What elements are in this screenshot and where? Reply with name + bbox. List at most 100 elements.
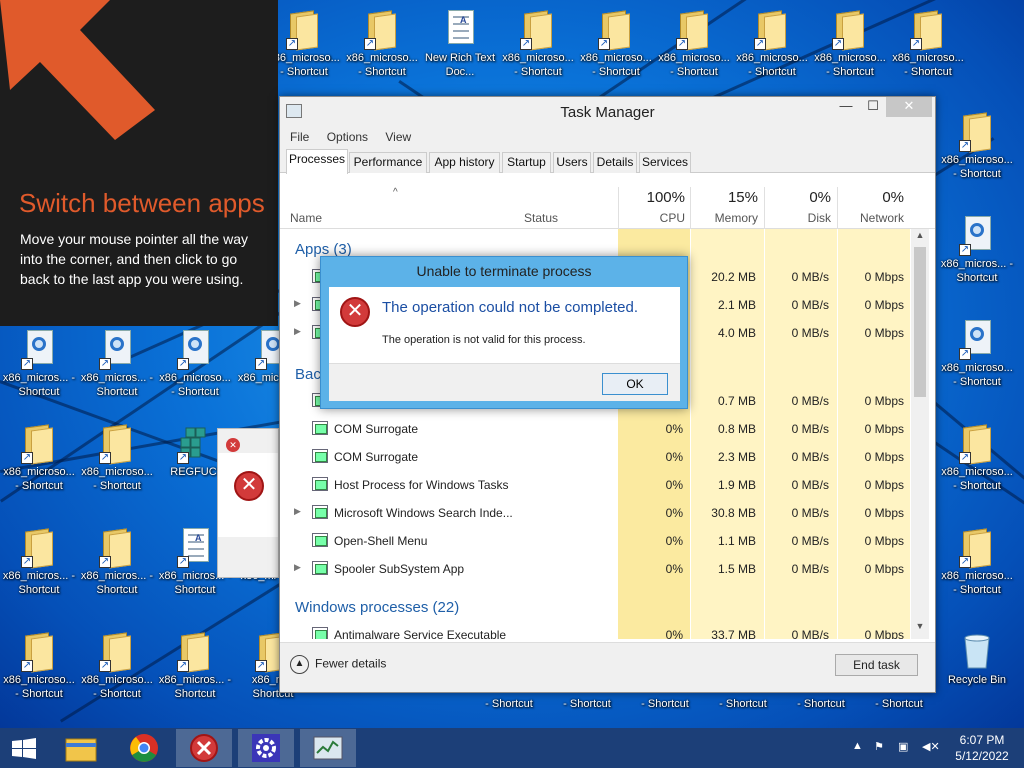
- expand-arrow-icon[interactable]: ▶: [294, 298, 301, 309]
- end-task-button[interactable]: End task: [835, 654, 918, 676]
- expand-arrow-icon[interactable]: ▶: [294, 326, 301, 337]
- shortcut-arrow-icon: ↗: [286, 38, 298, 50]
- table-row[interactable]: Open-Shell Menu 0% 1.1 MB 0 MB/s 0 Mbps: [280, 527, 910, 555]
- tab-processes[interactable]: Processes: [286, 149, 348, 174]
- desktop-icon[interactable]: A New Rich Text Doc...: [421, 8, 499, 79]
- task-manager-taskbar-button[interactable]: [300, 729, 356, 767]
- action-center-icon[interactable]: ⚑: [874, 740, 884, 753]
- desktop-icon[interactable]: ↗ x86_micros... - Shortcut: [78, 328, 156, 399]
- desktop-icon[interactable]: ↗ x86_microso... - Shortcut: [156, 328, 234, 399]
- desktop-icon-label[interactable]: - Shortcut: [704, 697, 782, 711]
- folder-icon: ↗: [518, 8, 558, 51]
- scroll-thumb[interactable]: [914, 247, 926, 397]
- tab-startup[interactable]: Startup: [502, 152, 551, 173]
- desktop-icon[interactable]: ↗ x86_micros... - Shortcut: [156, 630, 234, 701]
- desktop-icon[interactable]: ↗ x86_microso... - Shortcut: [938, 422, 1016, 493]
- desktop-icon[interactable]: ↗ x86_microso... - Shortcut: [0, 630, 78, 701]
- shortcut-arrow-icon: ↗: [959, 452, 971, 464]
- tab-performance[interactable]: Performance: [349, 152, 427, 173]
- desktop-icon[interactable]: ↗ x86_micros... - Shortcut: [0, 328, 78, 399]
- desktop-icon[interactable]: ↗ x86_microso... - Shortcut: [577, 8, 655, 79]
- desktop-icon[interactable]: ↗ x86_micros... - Shortcut: [938, 214, 1016, 285]
- desktop-icon[interactable]: ↗ x86_microso... - Shortcut: [938, 318, 1016, 389]
- dialog-title: Unable to terminate process: [416, 263, 592, 279]
- close-button[interactable]: ✕: [886, 97, 932, 117]
- col-name[interactable]: Name: [290, 211, 322, 225]
- minimize-button[interactable]: —: [833, 97, 859, 117]
- desktop-icon-label[interactable]: - Shortcut: [782, 697, 860, 711]
- error-app-button[interactable]: [176, 729, 232, 767]
- shortcut-arrow-icon: ↗: [255, 358, 267, 370]
- tab-services[interactable]: Services: [639, 152, 691, 173]
- tab-users[interactable]: Users: [553, 152, 591, 173]
- cell-network: 0 Mbps: [864, 298, 904, 312]
- shortcut-arrow-icon: ↗: [177, 358, 189, 370]
- col-network[interactable]: Network: [839, 211, 904, 225]
- desktop-icon[interactable]: ↗ x86_microso... - Shortcut: [499, 8, 577, 79]
- table-row[interactable]: ▶ Spooler SubSystem App 0% 1.5 MB 0 MB/s 0 Mb…: [280, 555, 910, 583]
- fewer-details-link[interactable]: ▲ Fewer details: [290, 655, 386, 674]
- maximize-button[interactable]: ☐: [860, 97, 886, 117]
- desktop-icon[interactable]: ↗ x86_microso... - Shortcut: [78, 630, 156, 701]
- cell-network: 0 Mbps: [864, 394, 904, 408]
- expand-arrow-icon[interactable]: ▶: [294, 506, 301, 517]
- desktop-icon-label[interactable]: - Shortcut: [548, 697, 626, 711]
- table-row[interactable]: COM Surrogate 0% 0.8 MB 0 MB/s 0 Mbps: [280, 415, 910, 443]
- shortcut-arrow-icon: ↗: [255, 660, 267, 672]
- desktop-icon[interactable]: ↗ x86_microso... - Shortcut: [938, 526, 1016, 597]
- volume-muted-icon[interactable]: ◀✕: [922, 740, 940, 753]
- scroll-up-icon[interactable]: ▲: [911, 230, 929, 246]
- title-bar[interactable]: Task Manager — ☐ ✕: [280, 97, 935, 127]
- error-icon: ✕: [340, 297, 370, 327]
- file-explorer-button[interactable]: [56, 729, 112, 767]
- desktop-icon-label: x86_microso... - Shortcut: [580, 52, 652, 78]
- table-row[interactable]: ▶ Microsoft Windows Search Inde... 0% 30.8 …: [280, 499, 910, 527]
- menu-view[interactable]: View: [385, 127, 411, 147]
- tip-title: Switch between apps: [19, 188, 265, 218]
- desktop-icon[interactable]: ↗ x86_microso... - Shortcut: [0, 422, 78, 493]
- desktop-icon-label: x86_microso... - Shortcut: [941, 466, 1013, 492]
- table-row[interactable]: Antimalware Service Executable 0% 33.7 MB 0…: [280, 621, 910, 639]
- cell-disk: 0 MB/s: [791, 478, 829, 492]
- table-row[interactable]: COM Surrogate 0% 2.3 MB 0 MB/s 0 Mbps: [280, 443, 910, 471]
- clock[interactable]: 6:07 PM 5/12/2022: [946, 732, 1018, 764]
- process-name: COM Surrogate: [334, 422, 419, 436]
- desktop-icon-label[interactable]: - Shortcut: [470, 697, 548, 711]
- desktop-icon[interactable]: ↗ x86_microso... - Shortcut: [343, 8, 421, 79]
- chrome-button[interactable]: [116, 729, 172, 767]
- menu-options[interactable]: Options: [327, 127, 368, 147]
- desktop-icon[interactable]: ↗ x86_microso... - Shortcut: [655, 8, 733, 79]
- desktop-icon[interactable]: ↗ x86_micros... - Shortcut: [78, 526, 156, 597]
- desktop-icon[interactable]: ↗ x86_microso... - Shortcut: [811, 8, 889, 79]
- folder-icon: ↗: [19, 422, 59, 465]
- network-icon[interactable]: ▣: [898, 740, 908, 753]
- desktop-icon[interactable]: ↗ x86_microso... - Shortcut: [889, 8, 967, 79]
- desktop-icon[interactable]: Recycle Bin: [938, 630, 1016, 687]
- shortcut-arrow-icon: ↗: [754, 38, 766, 50]
- tab-app-history[interactable]: App history: [429, 152, 500, 173]
- desktop-icon[interactable]: ↗ x86_microso... - Shortcut: [938, 110, 1016, 181]
- col-cpu[interactable]: CPU: [620, 211, 685, 225]
- scroll-down-icon[interactable]: ▼: [911, 621, 929, 637]
- show-hidden-icons[interactable]: ▲: [852, 740, 863, 752]
- folder-icon: ↗: [362, 8, 402, 51]
- desktop-icon[interactable]: ↗ x86_microso... - Shortcut: [78, 422, 156, 493]
- file-icon: ↗: [957, 318, 997, 360]
- desktop-icon[interactable]: ↗ x86_microso... - Shortcut: [733, 8, 811, 79]
- file-icon: ↗: [957, 214, 997, 256]
- expand-arrow-icon[interactable]: ▶: [294, 562, 301, 573]
- col-status[interactable]: Status: [524, 211, 558, 225]
- ok-button[interactable]: OK: [602, 373, 668, 395]
- col-disk[interactable]: Disk: [766, 211, 831, 225]
- table-row[interactable]: Host Process for Windows Tasks 0% 1.9 MB 0 …: [280, 471, 910, 499]
- tab-details[interactable]: Details: [593, 152, 637, 173]
- desktop-icon[interactable]: ↗ x86_micros... - Shortcut: [0, 526, 78, 597]
- desktop-icon-label[interactable]: - Shortcut: [626, 697, 704, 711]
- settings-app-button[interactable]: [238, 729, 294, 767]
- desktop-icon-label[interactable]: - Shortcut: [860, 697, 938, 711]
- start-button[interactable]: [0, 729, 56, 767]
- cell-memory: 0.7 MB: [717, 394, 756, 408]
- vertical-scrollbar[interactable]: ▲ ▼: [911, 229, 929, 639]
- menu-file[interactable]: File: [290, 127, 309, 147]
- col-memory[interactable]: Memory: [692, 211, 758, 225]
